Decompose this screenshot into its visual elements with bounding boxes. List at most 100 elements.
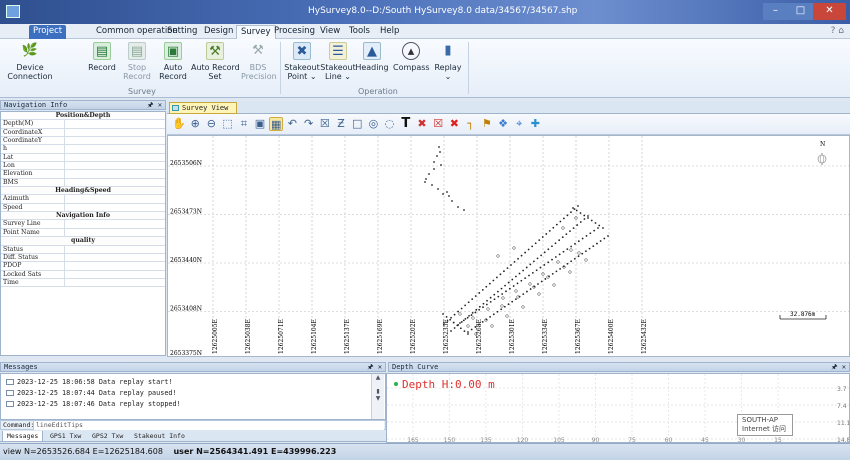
maximize-button[interactable]: □ — [788, 3, 813, 20]
track-point — [551, 245, 553, 248]
tab-tools[interactable]: Tools — [345, 25, 374, 39]
messages-header: Messages 🖈 ✕ — [0, 362, 386, 372]
x-tick-label: 12625137E — [344, 319, 351, 354]
tab-gps2-txw[interactable]: GPS2 Txw — [88, 431, 127, 442]
close-button[interactable]: ✕ — [813, 3, 846, 20]
tab-design[interactable]: Design — [200, 25, 237, 39]
tab-setting[interactable]: Setting — [163, 25, 201, 39]
track-point — [485, 285, 488, 288]
stop-record-button[interactable]: ▤ Stop Record — [122, 42, 152, 81]
track-point — [496, 290, 499, 293]
pin-icon[interactable]: 🖈 ✕ — [147, 101, 162, 109]
grid-icon[interactable]: ▦ — [269, 117, 284, 131]
track-point — [478, 323, 480, 326]
status-view-coordinates: view N=2653526.684 E=12625184.608 — [3, 447, 163, 456]
survey-map[interactable]: 12625005E 12625038E 12625071E 12625104E 1262… — [167, 135, 850, 357]
tab-view[interactable]: View — [316, 25, 344, 39]
pan-icon[interactable]: ✋ — [172, 117, 186, 131]
tab-project[interactable]: Project — [29, 25, 67, 39]
x-tick-label: 12625038E — [245, 319, 252, 354]
auto-record-set-button[interactable]: ⚒ Auto Record Set — [191, 42, 240, 81]
move-icon[interactable]: ✚ — [528, 117, 542, 131]
survey-view-tab-label: Survey View — [182, 104, 229, 112]
zoom-extent-icon[interactable]: ⌗ — [237, 117, 251, 131]
auto-record-button[interactable]: ▣ Auto Record — [158, 42, 188, 81]
record-button[interactable]: ▤ Record — [84, 42, 120, 72]
tab-stakeout-info[interactable]: Stakeout Info — [130, 431, 189, 442]
x-tick-label: 12625071E — [278, 319, 285, 354]
stakeout-point-button[interactable]: ✖ Stakeout Point ⌄ — [284, 42, 320, 81]
delete-selected-icon[interactable]: ☒ — [431, 117, 445, 131]
layer-icon[interactable]: ❖ — [496, 117, 510, 131]
track-point — [506, 267, 509, 270]
track-point — [442, 313, 444, 315]
x-mark-icon[interactable]: ☒ — [318, 117, 332, 131]
track-point — [547, 248, 550, 251]
ruler-icon[interactable]: ┐ — [464, 117, 478, 131]
measure-icon[interactable]: ⚑ — [480, 117, 494, 131]
nav-row: h — [1, 145, 165, 154]
text-icon[interactable]: T — [399, 117, 413, 131]
app-icon[interactable] — [6, 5, 20, 18]
zoom-window-icon[interactable]: ⬚ — [221, 117, 235, 131]
track-point — [573, 208, 576, 211]
track-point — [589, 232, 592, 235]
undo-icon[interactable]: ↶ — [285, 117, 299, 131]
tab-messages[interactable]: Messages — [2, 431, 44, 442]
track-point — [457, 310, 460, 313]
track-point — [569, 230, 571, 233]
track-point — [592, 245, 595, 248]
command-input[interactable]: lineEditTips — [33, 421, 384, 430]
track-point — [570, 245, 573, 248]
device-connection-button[interactable]: 🌿 Device Connection — [6, 42, 54, 81]
track-point — [503, 270, 505, 273]
tab-help[interactable]: Help — [376, 25, 403, 39]
zoom-out-icon[interactable]: ⊖ — [204, 117, 218, 131]
messages-scrollbar[interactable]: ▲ ▮ ▼ — [371, 374, 384, 419]
stop-record-icon: ▤ — [128, 42, 146, 60]
full-view-icon[interactable]: ▣ — [253, 117, 267, 131]
bds-precision-button[interactable]: ⚒ BDS Precision — [241, 42, 277, 81]
help-icon[interactable]: ? ⌂ — [831, 26, 844, 36]
track-point — [493, 293, 496, 296]
track-point — [458, 312, 462, 316]
map-canvas[interactable]: 12625005E 12625038E 12625071E 12625104E 1262… — [168, 136, 850, 357]
zoom-in-icon[interactable]: ⊕ — [188, 117, 202, 131]
bottom-tabs: Messages GPS1 Txw GPS2 Txw Stakeout Info — [0, 431, 386, 442]
track-point — [552, 283, 556, 287]
z-mark-icon[interactable]: Ƶ — [334, 117, 348, 131]
track-point — [538, 239, 541, 242]
pin-icon[interactable]: 🖈 ✕ — [831, 363, 846, 371]
circle-icon[interactable]: ◎ — [366, 117, 380, 131]
track-point — [544, 278, 547, 280]
heading-button[interactable]: ▲ Heading — [355, 42, 389, 72]
stakeout-line-button[interactable]: ☰ Stakeout Line ⌄ — [320, 42, 356, 81]
navigation-info-table: Position&Depth Depth(M) CoordinateX Coordin… — [0, 111, 166, 356]
tab-gps1-txw[interactable]: GPS1 Txw — [46, 431, 85, 442]
clear-icon[interactable]: ◌ — [383, 117, 397, 131]
track-point — [514, 298, 517, 301]
pin-icon[interactable]: 🖈 ✕ — [367, 363, 382, 371]
track-point — [529, 288, 532, 290]
replay-button[interactable]: ▮ Replay ⌄ — [434, 42, 462, 81]
track-point — [551, 272, 554, 275]
track-point — [531, 245, 534, 248]
track-point — [503, 305, 506, 308]
tab-survey-view[interactable]: Survey View — [169, 102, 237, 114]
track-point — [470, 314, 473, 316]
nav-section-header: Position&Depth — [1, 112, 165, 121]
track-point — [507, 303, 510, 306]
delete-point-icon[interactable]: ✖ — [415, 117, 429, 131]
track-point — [431, 184, 433, 186]
center-icon[interactable]: ⌖ — [512, 117, 526, 131]
rect-icon[interactable]: □ — [350, 117, 364, 131]
minimize-button[interactable]: – — [763, 3, 788, 20]
nav-field-label: BMS — [3, 178, 65, 187]
tab-procesing[interactable]: Procesing — [270, 25, 319, 39]
close-red-icon[interactable]: ✖ — [447, 117, 461, 131]
redo-icon[interactable]: ↷ — [302, 117, 316, 131]
compass-button[interactable]: ▴ Compass — [393, 42, 430, 72]
track-point — [520, 279, 523, 282]
device-connection-icon: 🌿 — [21, 43, 39, 58]
y-tick-label: 2653506N — [170, 160, 202, 167]
